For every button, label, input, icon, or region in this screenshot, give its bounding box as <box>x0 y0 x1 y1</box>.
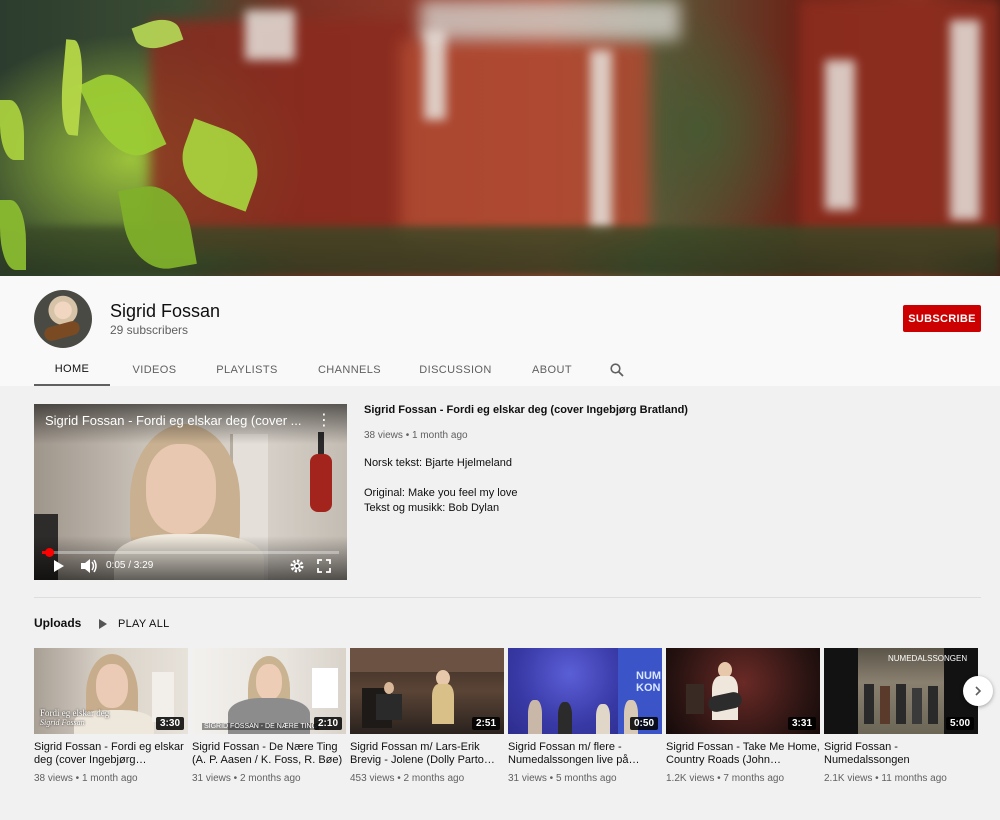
guitar-image <box>310 454 332 512</box>
featured-video-title[interactable]: Sigrid Fossan - Fordi eg elskar deg (cov… <box>364 404 984 416</box>
channel-name: Sigrid Fossan <box>110 301 221 321</box>
fullscreen-icon[interactable] <box>316 558 334 574</box>
video-meta: 38 views • 1 month ago <box>34 773 138 784</box>
play-icon <box>99 618 107 629</box>
chevron-right-icon[interactable] <box>963 676 993 706</box>
player-time: 0:05 / 3:29 <box>106 560 154 571</box>
featured-video-info: Sigrid Fossan - Fordi eg elskar deg (cov… <box>364 404 984 516</box>
video-duration: 3:30 <box>155 717 184 730</box>
featured-video-description: Norsk tekst: Bjarte Hjelmeland Original:… <box>364 456 984 516</box>
video-meta: 1.2K views • 7 months ago <box>666 773 785 784</box>
upload-age: 1 month ago <box>411 430 468 441</box>
tab-home[interactable]: HOME <box>34 354 110 386</box>
description-line: Norsk tekst: Bjarte Hjelmeland <box>364 457 512 469</box>
tab-about[interactable]: ABOUT <box>507 354 597 386</box>
video-duration: 3:31 <box>787 717 816 730</box>
video-duration: 2:10 <box>313 717 342 730</box>
video-title[interactable]: Sigrid Fossan m/ flere - Numedalssongen … <box>508 741 662 767</box>
more-vert-icon[interactable]: ⋮ <box>316 412 332 430</box>
channel-banner <box>0 0 1000 276</box>
thumbnail-text: NUMEDALSSONGEN <box>888 654 968 663</box>
video-thumbnail[interactable]: 2:51 <box>350 648 504 734</box>
featured-video-meta: 38 views • 1 month ago <box>364 430 468 441</box>
volume-icon[interactable] <box>80 558 98 574</box>
video-duration: 0:50 <box>629 717 658 730</box>
avatar[interactable] <box>34 290 92 348</box>
subscriber-count: 29 subscribers <box>110 323 189 337</box>
video-card[interactable]: NUM KON 0:50 Sigrid Fossan m/ flere - Nu… <box>508 648 662 784</box>
video-card[interactable]: NUMEDALSSONGEN 5:00 Sigrid Fossan - Nume… <box>824 648 978 784</box>
play-icon[interactable] <box>52 558 70 574</box>
thumbnail-text: NUM KON <box>636 670 662 694</box>
video-thumbnail[interactable]: 3:31 <box>666 648 820 734</box>
video-thumbnail[interactable]: NUMEDALSSONGEN 5:00 <box>824 648 978 734</box>
thumbnail-text: SIGRID FOSSAN - DE NÆRE TING <box>202 723 320 730</box>
view-count: 38 views <box>364 430 403 441</box>
featured-video-player[interactable]: Sigrid Fossan - Fordi eg elskar deg (cov… <box>34 404 347 580</box>
video-meta: 31 views • 5 months ago <box>508 773 617 784</box>
tab-videos[interactable]: VIDEOS <box>110 354 199 386</box>
video-title[interactable]: Sigrid Fossan - Take Me Home, Country Ro… <box>666 741 820 767</box>
home-content: Sigrid Fossan - Fordi eg elskar deg (cov… <box>0 386 1000 820</box>
video-duration: 2:51 <box>471 717 500 730</box>
description-line <box>364 471 984 486</box>
uploads-shelf: Fordi eg elskar deg Sigrid Fossan 3:30 S… <box>34 648 978 798</box>
video-card[interactable]: 3:31 Sigrid Fossan - Take Me Home, Count… <box>666 648 820 784</box>
play-all-label: PLAY ALL <box>118 617 170 630</box>
play-all-button[interactable]: PLAY ALL <box>99 616 170 631</box>
progress-bar[interactable] <box>42 548 339 557</box>
video-title[interactable]: Sigrid Fossan - Numedalssongen <box>824 741 978 767</box>
channel-tabs: HOME VIDEOS PLAYLISTS CHANNELS DISCUSSIO… <box>34 354 637 386</box>
description-line: Tekst og musikk: Bob Dylan <box>364 502 500 514</box>
video-duration: 5:00 <box>945 717 974 730</box>
video-card[interactable]: SIGRID FOSSAN - DE NÆRE TING 2:10 Sigrid… <box>192 648 346 784</box>
search-icon[interactable] <box>597 354 637 386</box>
description-line: Original: Make you feel my love <box>364 487 518 499</box>
video-meta: 453 views • 2 months ago <box>350 773 465 784</box>
channel-header: Sigrid Fossan 29 subscribers SUBSCRIBE H… <box>0 276 1000 386</box>
video-title[interactable]: Sigrid Fossan - Fordi eg elskar deg (cov… <box>34 741 188 767</box>
player-title[interactable]: Sigrid Fossan - Fordi eg elskar deg (cov… <box>45 413 305 428</box>
subscribe-button[interactable]: SUBSCRIBE <box>903 305 981 332</box>
uploads-heading[interactable]: Uploads <box>34 616 81 630</box>
video-card[interactable]: 2:51 Sigrid Fossan m/ Lars-Erik Brevig -… <box>350 648 504 784</box>
tab-channels[interactable]: CHANNELS <box>295 354 404 386</box>
thumbnail-text: Fordi eg elskar deg Sigrid Fossan <box>40 708 110 727</box>
tab-playlists[interactable]: PLAYLISTS <box>199 354 295 386</box>
divider <box>34 597 981 598</box>
video-thumbnail[interactable]: SIGRID FOSSAN - DE NÆRE TING 2:10 <box>192 648 346 734</box>
gear-icon[interactable] <box>289 558 307 574</box>
video-meta: 31 views • 2 months ago <box>192 773 301 784</box>
video-title[interactable]: Sigrid Fossan m/ Lars-Erik Brevig - Jole… <box>350 741 504 767</box>
tab-discussion[interactable]: DISCUSSION <box>404 354 507 386</box>
video-card[interactable]: Fordi eg elskar deg Sigrid Fossan 3:30 S… <box>34 648 188 784</box>
video-thumbnail[interactable]: NUM KON 0:50 <box>508 648 662 734</box>
video-thumbnail[interactable]: Fordi eg elskar deg Sigrid Fossan 3:30 <box>34 648 188 734</box>
video-title[interactable]: Sigrid Fossan - De Nære Ting (A. P. Aase… <box>192 741 346 767</box>
video-meta: 2.1K views • 11 months ago <box>824 773 947 784</box>
